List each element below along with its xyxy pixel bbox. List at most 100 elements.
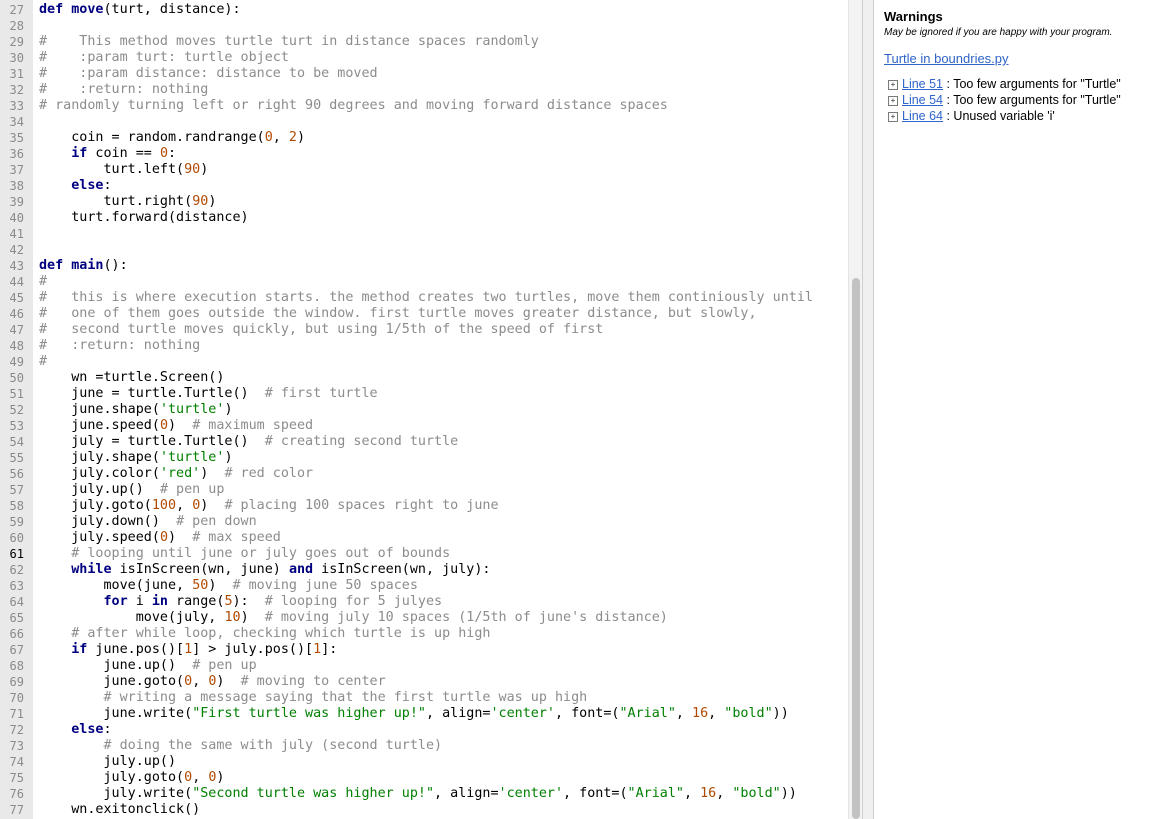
code-line[interactable]: 77 wn.exitonclick() [0,802,848,818]
code-line[interactable]: 41 [0,226,848,242]
code-line[interactable]: 36 if coin == 0: [0,146,848,162]
scrollbar-thumb[interactable] [852,278,860,819]
code-token: : [103,722,112,737]
expand-icon[interactable]: + [888,80,898,90]
code-token: "Second turtle was higher up!" [192,786,435,801]
code-token: wn =turtle.Screen() [39,370,225,385]
code-token: (turt, distance): [103,2,241,17]
line-number: 51 [9,387,24,401]
code-text: turt.right(90) [39,194,216,210]
code-line[interactable]: 65 move(july, 10) # moving july 10 space… [0,610,848,626]
code-line[interactable]: 31 # :param distance: distance to be move… [0,66,848,82]
code-line[interactable]: 34 [0,114,848,130]
code-token: 90 [184,162,201,177]
code-text: july.write("Second turtle was higher up!… [39,786,797,802]
code-line[interactable]: 30 # :param turt: turtle object [0,50,848,66]
code-line[interactable]: 43 def main(): [0,258,848,274]
code-line[interactable]: 35 coin = random.randrange(0, 2) [0,130,848,146]
code-line[interactable]: 50 wn =turtle.Screen() [0,370,848,386]
vertical-scrollbar[interactable] [848,0,862,819]
code-line[interactable]: 54 july = turtle.Turtle() # creating sec… [0,434,848,450]
code-area[interactable]: 27 def move(turt, distance): 28 29 # This me… [0,2,848,818]
code-line[interactable]: 58 july.goto(100, 0) # placing 100 space… [0,498,848,514]
code-text: # :return: nothing [39,338,200,354]
code-line[interactable]: 32 # :return: nothing [0,82,848,98]
line-number: 53 [9,419,24,433]
code-line[interactable]: 69 june.goto(0, 0) # moving to center [0,674,848,690]
code-token: "Arial" [619,706,676,721]
code-line[interactable]: 64 for i in range(5): # looping for 5 ju… [0,594,848,610]
code-line[interactable]: 29 # This method moves turtle turt in dis… [0,34,848,50]
code-line[interactable]: 57 july.up() # pen up [0,482,848,498]
code-line[interactable]: 59 july.down() # pen down [0,514,848,530]
code-line[interactable]: 67 if june.pos()[1] > july.pos()[1]: [0,642,848,658]
code-token: june.speed( [39,418,160,433]
warning-line-link[interactable]: Line 51 [902,77,943,91]
code-line[interactable]: 46 # one of them goes outside the window.… [0,306,848,322]
code-line[interactable]: 70 # writing a message saying that the f… [0,690,848,706]
code-line[interactable]: 60 july.speed(0) # max speed [0,530,848,546]
code-line[interactable]: 71 june.write("First turtle was higher u… [0,706,848,722]
code-token: # looping until june or july goes out of… [71,546,451,561]
code-line[interactable]: 37 turt.left(90) [0,162,848,178]
code-text: # one of them goes outside the window. f… [39,306,757,322]
code-line[interactable]: 48 # :return: nothing [0,338,848,354]
code-token: july.shape( [39,450,160,465]
warnings-subtitle: May be ignored if you are happy with you… [884,27,1113,38]
code-text: june.up() # pen up [39,658,256,674]
code-line[interactable]: 55 july.shape('turtle') [0,450,848,466]
code-token: # randomly turning left or right 90 degr… [39,98,668,113]
code-editor[interactable]: 27 def move(turt, distance): 28 29 # This me… [0,0,862,819]
code-line[interactable]: 62 while isInScreen(wn, june) and isInSc… [0,562,848,578]
expand-icon[interactable]: + [888,96,898,106]
code-line[interactable]: 66 # after while loop, checking which tu… [0,626,848,642]
code-line[interactable]: 42 [0,242,848,258]
code-line[interactable]: 76 july.write("Second turtle was higher … [0,786,848,802]
code-line[interactable]: 56 july.color('red') # red color [0,466,848,482]
code-line[interactable]: 51 june = turtle.Turtle() # first turtle [0,386,848,402]
code-line[interactable]: 53 june.speed(0) # maximum speed [0,418,848,434]
code-token: july.speed( [39,530,160,545]
code-text: june.speed(0) # maximum speed [39,418,313,434]
line-number: 33 [9,99,24,113]
code-line[interactable]: 49 # [0,354,848,370]
pane-divider[interactable] [862,0,874,819]
code-line[interactable]: 45 # this is where execution starts. the … [0,290,848,306]
code-line[interactable]: 61 # looping until june or july goes out… [0,546,848,562]
code-line[interactable]: 38 else: [0,178,848,194]
code-text: def main(): [39,258,128,274]
code-line[interactable]: 73 # doing the same with july (second tu… [0,738,848,754]
code-text: # doing the same with july (second turtl… [39,738,443,754]
code-token: ): [232,594,265,609]
code-line[interactable]: 44 # [0,274,848,290]
code-line[interactable]: 27 def move(turt, distance): [0,2,848,18]
code-token: ) [240,610,265,625]
code-token: # moving june 50 spaces [232,578,418,593]
code-line[interactable]: 28 [0,18,848,34]
code-token: )) [780,786,797,801]
line-number: 36 [9,147,24,161]
warnings-file-link[interactable]: Turtle in boundries.py [884,51,1009,66]
code-line[interactable]: 72 else: [0,722,848,738]
line-number: 56 [9,467,24,481]
expand-icon[interactable]: + [888,112,898,122]
code-token: i [127,594,152,609]
code-line[interactable]: 47 # second turtle moves quickly, but usi… [0,322,848,338]
code-line[interactable]: 40 turt.forward(distance) [0,210,848,226]
line-number: 29 [9,35,24,49]
code-text: def move(turt, distance): [39,2,241,18]
code-text: # looping until june or july goes out of… [39,546,450,562]
warning-line-link[interactable]: Line 64 [902,109,943,123]
code-token: def [39,258,72,273]
code-line[interactable]: 52 june.shape('turtle') [0,402,848,418]
line-number: 38 [9,179,24,193]
code-line[interactable]: 33 # randomly turning left or right 90 de… [0,98,848,114]
code-line[interactable]: 74 july.up() [0,754,848,770]
code-token: "bold" [732,786,781,801]
code-line[interactable]: 39 turt.right(90) [0,194,848,210]
warning-line-link[interactable]: Line 54 [902,93,943,107]
code-line[interactable]: 68 june.up() # pen up [0,658,848,674]
code-line[interactable]: 63 move(june, 50) # moving june 50 space… [0,578,848,594]
code-line[interactable]: 75 july.goto(0, 0) [0,770,848,786]
